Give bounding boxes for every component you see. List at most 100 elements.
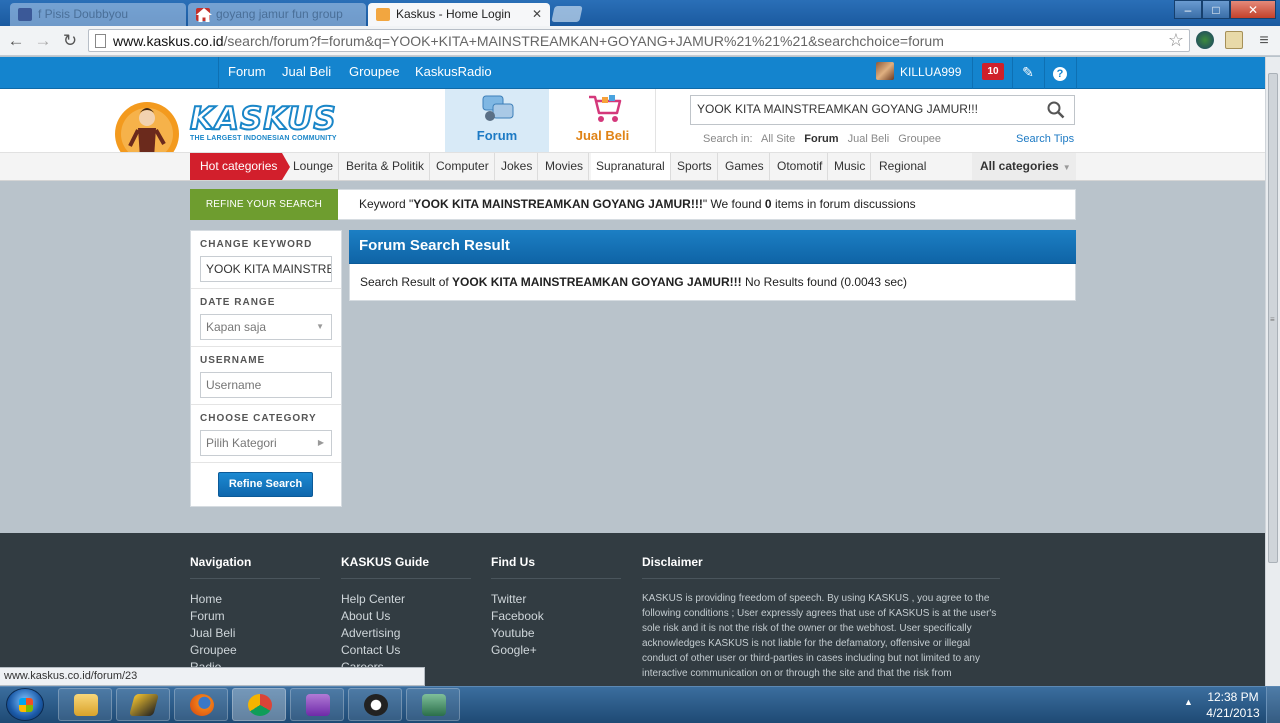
hot-categories-tab[interactable]: Hot categories xyxy=(190,153,290,180)
username-input[interactable] xyxy=(200,372,332,398)
category-supranatural[interactable]: Supranatural xyxy=(591,153,671,180)
topbar-link-kaskusradio[interactable]: KaskusRadio xyxy=(405,57,502,89)
topbar-link-groupee[interactable]: Groupee xyxy=(339,57,410,89)
category-berita-politik[interactable]: Berita & Politik xyxy=(341,153,431,180)
back-arrow-icon[interactable]: ← xyxy=(5,30,27,52)
home-icon[interactable] xyxy=(196,8,212,22)
keyword-summary-text: Keyword "YOOK KITA MAINSTREAMKAN GOYANG … xyxy=(359,197,916,211)
close-tab-icon[interactable]: ✕ xyxy=(532,3,542,26)
kaskus-logo[interactable]: KASKUS THE LARGEST INDONESIAN COMMUNITY xyxy=(188,103,360,142)
category-computer[interactable]: Computer xyxy=(431,153,495,180)
chevron-right-icon: ▶ xyxy=(317,438,324,447)
extension-notes-icon[interactable] xyxy=(1225,31,1243,49)
taskbar-app-cm[interactable] xyxy=(406,688,460,721)
browser-tab-active[interactable]: Kaskus - Home Login ✕ xyxy=(368,3,550,26)
maximize-button[interactable]: □ xyxy=(1202,0,1230,19)
sidebar-section-category: CHOOSE CATEGORY Pilih Kategori ▶ xyxy=(191,405,341,463)
footer-disclaimer-text: KASKUS is providing freedom of speech. B… xyxy=(642,593,997,679)
help-icon[interactable]: ? xyxy=(1044,57,1076,89)
reload-icon[interactable]: ↻ xyxy=(59,30,81,52)
taskbar-explorer[interactable] xyxy=(58,688,112,721)
footer-link-facebook[interactable]: Facebook xyxy=(491,609,544,623)
forward-arrow-icon[interactable]: → xyxy=(32,30,54,52)
extension-globe-icon[interactable] xyxy=(1196,31,1214,49)
category-sports[interactable]: Sports xyxy=(672,153,718,180)
all-categories-dropdown[interactable]: All categories ▼ xyxy=(972,153,1076,180)
taskbar-winamp[interactable] xyxy=(116,688,170,721)
lightning-icon xyxy=(129,694,159,716)
footer-link-googleplus[interactable]: Google+ xyxy=(491,643,537,657)
topbar-link-jualbeli[interactable]: Jual Beli xyxy=(272,57,341,89)
footer-findus-title: Find Us xyxy=(491,555,535,569)
footer-link-help-center[interactable]: Help Center xyxy=(341,592,405,606)
search-result-title: Forum Search Result xyxy=(349,230,1076,264)
footer-link-about-us[interactable]: About Us xyxy=(341,609,390,623)
address-bar[interactable]: www.kaskus.co.id/search/forum?f=forum&q=… xyxy=(88,29,1190,52)
username-label: USERNAME xyxy=(200,355,266,366)
category-regional[interactable]: Regional xyxy=(874,153,931,180)
kaskus-favicon-icon xyxy=(376,8,390,21)
status-url-bubble: www.kaskus.co.id/forum/23 xyxy=(0,667,425,686)
date-range-select[interactable]: Kapan saja ▼ xyxy=(200,314,332,340)
footer-link-advertising[interactable]: Advertising xyxy=(341,626,400,640)
new-tab-button[interactable] xyxy=(551,6,583,22)
chevron-down-icon: ▼ xyxy=(1062,163,1071,172)
vertical-scrollbar[interactable]: ≡ xyxy=(1265,57,1280,686)
taskbar-firefox[interactable] xyxy=(174,688,228,721)
url-text: www.kaskus.co.id/search/forum?f=forum&q=… xyxy=(113,33,944,49)
footer-link-home[interactable]: Home xyxy=(190,592,222,606)
divider xyxy=(1076,57,1077,89)
footer-link-groupee[interactable]: Groupee xyxy=(190,643,237,657)
search-in-jualbeli[interactable]: Jual Beli xyxy=(848,133,890,145)
pencil-icon[interactable]: ✎ xyxy=(1012,57,1044,89)
taskbar-clock[interactable]: 12:38 PM 4/21/2013 xyxy=(1205,689,1261,721)
taskbar-app-headset[interactable] xyxy=(348,688,402,721)
bookmark-star-icon[interactable]: ☆ xyxy=(1168,30,1184,51)
chrome-icon xyxy=(248,694,272,716)
avatar[interactable] xyxy=(876,62,894,80)
search-tips-link[interactable]: Search Tips xyxy=(1016,133,1074,145)
tray-expand-icon[interactable]: ▲ xyxy=(1184,697,1193,707)
footer-link-forum[interactable]: Forum xyxy=(190,609,225,623)
logo-tagline: THE LARGEST INDONESIAN COMMUNITY xyxy=(190,135,337,142)
category-lounge[interactable]: Lounge xyxy=(288,153,340,180)
close-window-button[interactable]: ✕ xyxy=(1230,0,1276,19)
topbar-link-forum[interactable]: Forum xyxy=(218,57,276,89)
browser-tab-1[interactable]: f Pisis Doubbyou xyxy=(10,3,186,26)
notification-badge[interactable]: 10 xyxy=(982,63,1004,80)
site-search-input[interactable] xyxy=(697,102,1037,116)
search-result-message: Search Result of YOOK KITA MAINSTREAMKAN… xyxy=(360,275,908,289)
category-otomotif[interactable]: Otomotif xyxy=(772,153,829,180)
taskbar-app-purple[interactable] xyxy=(290,688,344,721)
browser-tab-2[interactable]: goyang jamur fun group xyxy=(188,3,366,26)
show-desktop-button[interactable] xyxy=(1266,687,1280,723)
header-nav-jualbeli[interactable]: Jual Beli xyxy=(550,89,656,152)
search-in-groupee[interactable]: Groupee xyxy=(898,133,941,145)
refine-your-search-button[interactable]: REFINE YOUR SEARCH xyxy=(190,189,338,220)
refine-search-button[interactable]: Refine Search xyxy=(218,472,313,497)
search-in-allsite[interactable]: All Site xyxy=(761,133,795,145)
chevron-down-icon: ▼ xyxy=(316,322,324,331)
site-search-box xyxy=(690,95,1075,125)
change-keyword-input[interactable] xyxy=(200,256,332,282)
minimize-button[interactable]: – xyxy=(1174,0,1202,19)
footer-link-twitter[interactable]: Twitter xyxy=(491,592,526,606)
refine-sidebar: CHANGE KEYWORD DATE RANGE Kapan saja ▼ U… xyxy=(190,230,342,507)
category-movies[interactable]: Movies xyxy=(540,153,590,180)
menu-icon[interactable]: ≡ xyxy=(1253,30,1275,52)
start-button[interactable] xyxy=(6,688,44,721)
category-music[interactable]: Music xyxy=(829,153,872,180)
folder-icon xyxy=(74,694,98,716)
footer-link-contact-us[interactable]: Contact Us xyxy=(341,643,400,657)
category-select[interactable]: Pilih Kategori ▶ xyxy=(200,430,332,456)
taskbar-chrome[interactable] xyxy=(232,688,286,721)
search-icon[interactable] xyxy=(1047,101,1065,119)
category-games[interactable]: Games xyxy=(720,153,770,180)
footer-link-jualbeli[interactable]: Jual Beli xyxy=(190,626,235,640)
footer-link-youtube[interactable]: Youtube xyxy=(491,626,535,640)
category-jokes[interactable]: Jokes xyxy=(496,153,539,180)
search-in-forum[interactable]: Forum xyxy=(804,133,838,145)
username-label[interactable]: KILLUA999 xyxy=(900,57,961,89)
header-nav-forum[interactable]: Forum xyxy=(445,89,549,152)
choose-category-label: CHOOSE CATEGORY xyxy=(200,413,317,424)
